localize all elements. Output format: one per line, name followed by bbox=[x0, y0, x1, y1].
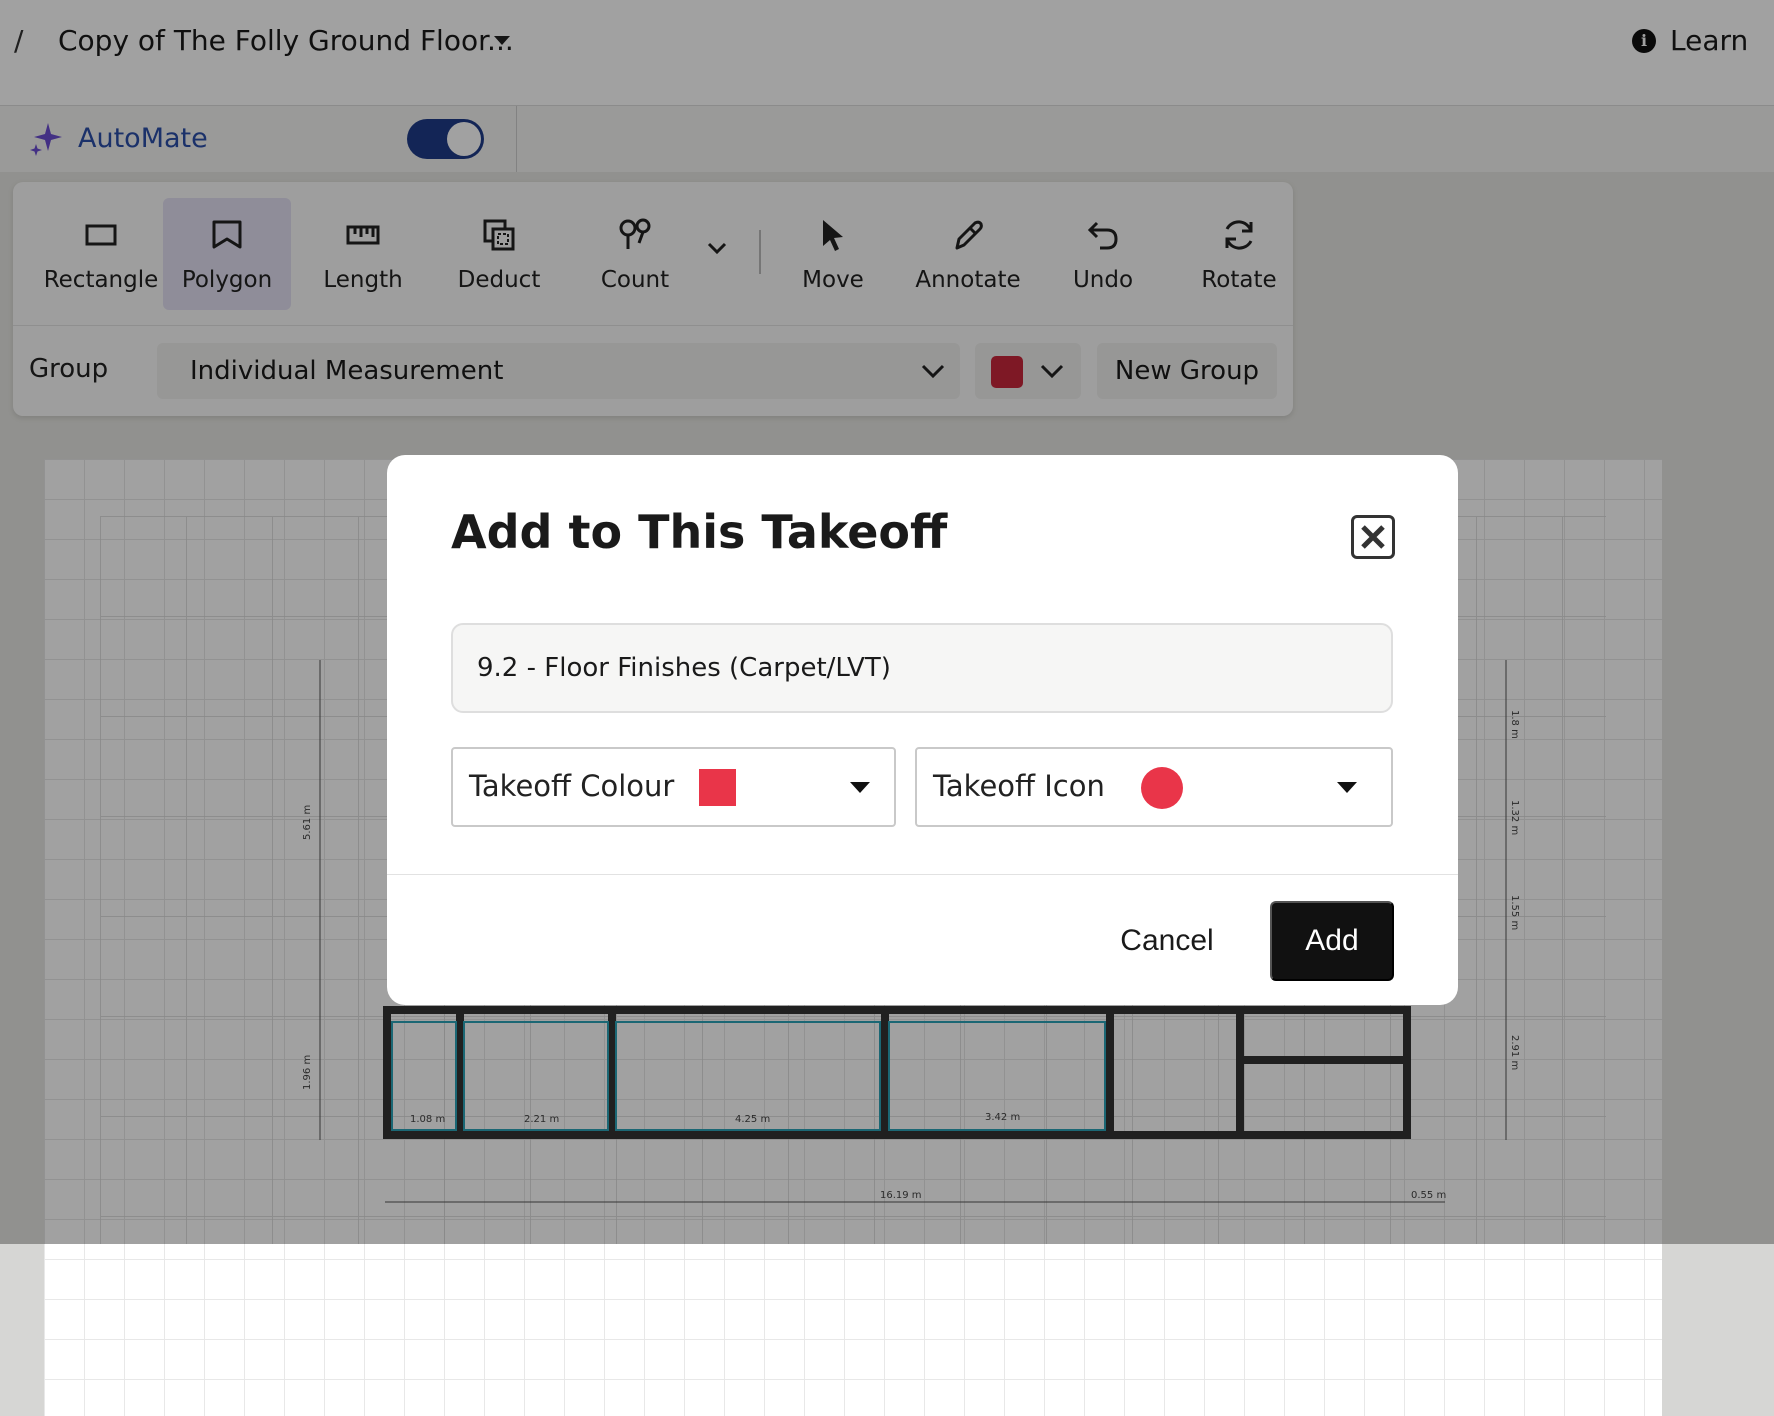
add-button[interactable]: Add bbox=[1270, 901, 1394, 981]
takeoff-colour-label: Takeoff Colour bbox=[469, 769, 675, 803]
dialog-footer-divider bbox=[387, 874, 1458, 875]
cancel-button[interactable]: Cancel bbox=[1087, 901, 1247, 981]
takeoff-colour-select[interactable]: Takeoff Colour bbox=[451, 747, 896, 827]
close-icon bbox=[1361, 525, 1385, 549]
takeoff-name-field[interactable]: 9.2 - Floor Finishes (Carpet/LVT) bbox=[451, 623, 1393, 713]
close-button[interactable] bbox=[1351, 515, 1395, 559]
dialog-title: Add to This Takeoff bbox=[451, 505, 948, 559]
add-to-takeoff-dialog: Add to This Takeoff 9.2 - Floor Finishes… bbox=[387, 455, 1458, 1005]
dropdown-arrow-icon bbox=[850, 782, 870, 793]
takeoff-colour-swatch bbox=[699, 769, 736, 806]
takeoff-icon-label: Takeoff Icon bbox=[933, 769, 1105, 803]
takeoff-icon-select[interactable]: Takeoff Icon bbox=[915, 747, 1393, 827]
circle-icon bbox=[1141, 767, 1183, 809]
takeoff-name-value: 9.2 - Floor Finishes (Carpet/LVT) bbox=[477, 653, 891, 683]
dropdown-arrow-icon bbox=[1337, 782, 1357, 793]
